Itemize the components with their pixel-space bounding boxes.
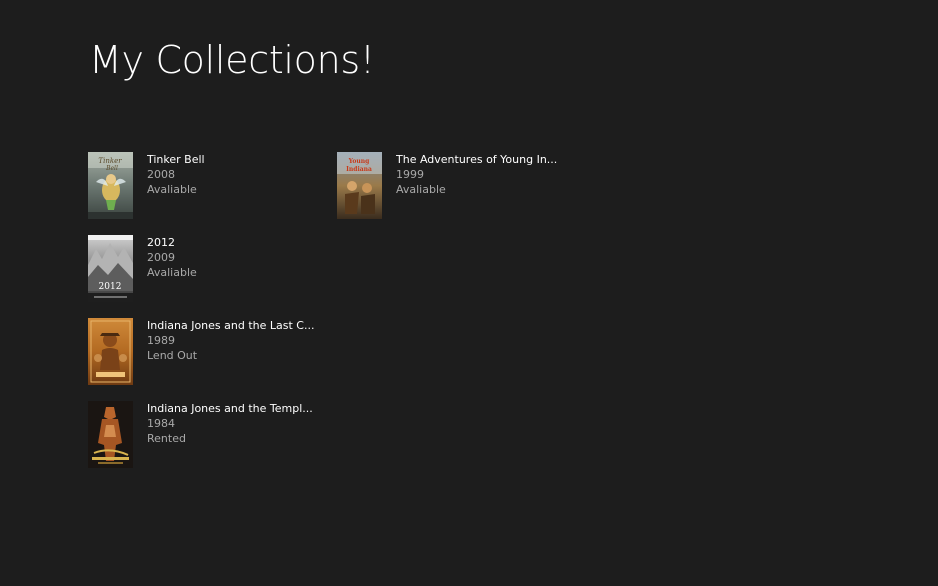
svg-text:2012: 2012 [99, 282, 122, 292]
movie-poster: 2012 [88, 235, 133, 302]
item-year: 2008 [147, 168, 175, 181]
movie-poster [88, 401, 133, 468]
item-year: 2009 [147, 251, 175, 264]
svg-text:Young: Young [348, 158, 370, 165]
item-title: Indiana Jones and the Last C... [147, 319, 315, 332]
item-status: Avaliable [147, 266, 197, 279]
item-status: Rented [147, 432, 186, 445]
movie-poster: Young Indiana [337, 152, 382, 219]
svg-text:Indiana: Indiana [346, 166, 372, 173]
item-year: 1999 [396, 168, 424, 181]
item-title: Tinker Bell [147, 153, 205, 166]
svg-text:Tinker: Tinker [98, 157, 122, 165]
svg-text:Bell: Bell [105, 165, 118, 172]
item-year: 1989 [147, 334, 175, 347]
list-item[interactable]: Young Indiana The Adventures of Young In… [337, 152, 586, 235]
item-status: Avaliable [147, 183, 197, 196]
list-item[interactable]: Tinker Bell Tinker Bell 2008 Avaliable [88, 152, 337, 235]
item-title: Indiana Jones and the Templ... [147, 402, 313, 415]
page-title: My Collections! [89, 38, 375, 82]
item-title: The Adventures of Young In... [396, 153, 558, 166]
item-status: Avaliable [396, 183, 446, 196]
item-status: Lend Out [147, 349, 198, 362]
item-year: 1984 [147, 417, 175, 430]
list-item[interactable]: Indiana Jones and the Last C... 1989 Len… [88, 318, 337, 401]
list-item[interactable]: Indiana Jones and the Templ... 1984 Rent… [88, 401, 337, 484]
collection-grid: Tinker Bell Tinker Bell 2008 Avaliable 2… [88, 152, 586, 484]
list-item[interactable]: 2012 2012 2009 Avaliable [88, 235, 337, 318]
movie-poster: Tinker Bell [88, 152, 133, 219]
item-title: 2012 [147, 236, 175, 249]
movie-poster [88, 318, 133, 385]
